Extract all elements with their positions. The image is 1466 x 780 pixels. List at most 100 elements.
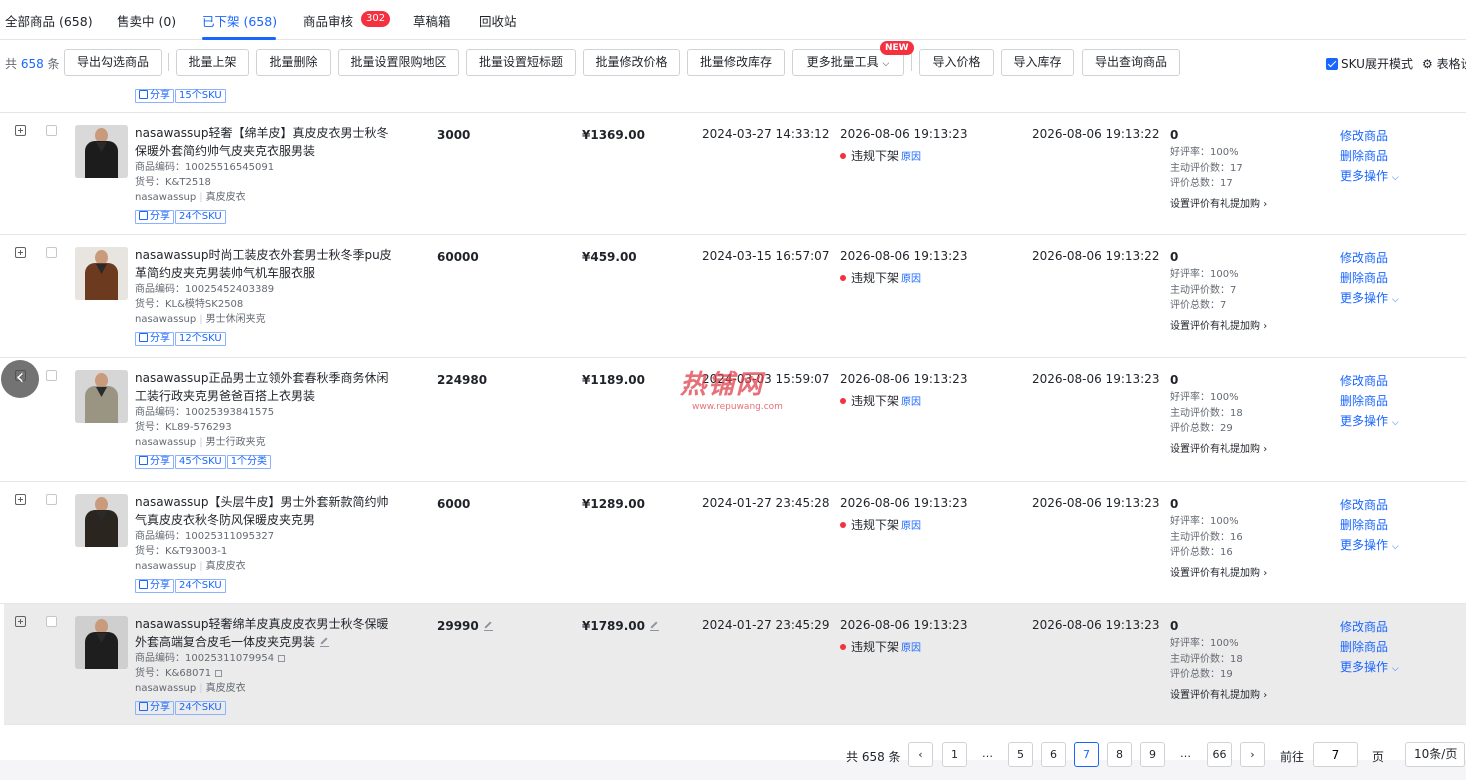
row-checkbox[interactable] <box>46 125 57 136</box>
sku-count-tag[interactable]: 15个SKU <box>175 89 226 103</box>
product-title[interactable]: nasawassup轻奢绵羊皮真皮皮衣男士秋冬保暖外套高端复合皮毛一体皮夹克男装 <box>135 615 400 651</box>
review-gift-setting-link[interactable]: 设置评价有礼提加购 › <box>1170 686 1267 701</box>
product-code: 商品编码：10025516545091 <box>135 162 275 173</box>
delete-product-link[interactable]: 删除商品 <box>1340 638 1388 655</box>
share-tag[interactable]: 分享 <box>135 701 174 715</box>
status-badge: 违规下架 原因 <box>840 638 921 655</box>
export-selected-button[interactable]: 导出勾选商品 <box>64 49 162 76</box>
more-actions-link[interactable]: 更多操作 ⌵ <box>1340 167 1399 184</box>
product-title[interactable]: nasawassup时尚工装皮衣外套男士秋冬季pu皮革简约皮夹克男装帅气机车服衣… <box>135 246 400 282</box>
share-tag[interactable]: 分享 <box>135 89 174 103</box>
batch-short-title-button[interactable]: 批量设置短标题 <box>466 49 576 76</box>
review-count: 0 <box>1170 497 1179 511</box>
prev-page-button[interactable]: ‹ <box>908 742 933 767</box>
batch-edit-price-button[interactable]: 批量修改价格 <box>583 49 680 76</box>
export-query-button[interactable]: 导出查询商品 <box>1082 49 1180 76</box>
tag[interactable]: 45个SKU <box>175 455 226 469</box>
import-price-button[interactable]: 导入价格 <box>919 49 994 76</box>
tab-recycle-bin[interactable]: 回收站 <box>479 11 517 30</box>
table-row: nasawassup时尚工装皮衣外套男士秋冬季pu皮革简约皮夹克男装帅气机车服衣… <box>0 235 1466 358</box>
expand-row-icon[interactable] <box>15 494 26 505</box>
product-thumbnail[interactable] <box>75 370 128 423</box>
edit-product-link[interactable]: 修改商品 <box>1340 496 1388 513</box>
more-actions-link[interactable]: 更多操作 ⌵ <box>1340 536 1399 553</box>
import-stock-button[interactable]: 导入库存 <box>1001 49 1074 76</box>
share-tag[interactable]: 分享 <box>135 455 174 469</box>
delete-product-link[interactable]: 删除商品 <box>1340 392 1388 409</box>
product-thumbnail[interactable] <box>75 125 128 178</box>
review-gift-setting-link[interactable]: 设置评价有礼提加购 › <box>1170 317 1267 332</box>
edit-product-link[interactable]: 修改商品 <box>1340 249 1388 266</box>
product-thumbnail[interactable] <box>75 616 128 669</box>
batch-delete-button[interactable]: 批量删除 <box>256 49 331 76</box>
batch-region-limit-button[interactable]: 批量设置限购地区 <box>338 49 459 76</box>
edit-product-link[interactable]: 修改商品 <box>1340 618 1388 635</box>
page-number-button[interactable]: 5 <box>1008 742 1033 767</box>
product-thumbnail[interactable] <box>75 494 128 547</box>
tab-audit[interactable]: 商品审核 <box>303 11 353 30</box>
row-checkbox[interactable] <box>46 494 57 505</box>
edit-icon[interactable] <box>320 638 330 647</box>
tab-on-sale[interactable]: 售卖中 (0) <box>117 11 176 30</box>
batch-list-button[interactable]: 批量上架 <box>176 49 249 76</box>
edit-product-link[interactable]: 修改商品 <box>1340 127 1388 144</box>
delete-product-link[interactable]: 删除商品 <box>1340 147 1388 164</box>
sku-expand-toggle[interactable]: SKU展开模式 <box>1326 55 1413 72</box>
tag[interactable]: 24个SKU <box>175 210 226 224</box>
product-thumbnail[interactable] <box>75 247 128 300</box>
reason-link[interactable]: 原因 <box>901 521 921 532</box>
page-number-button[interactable]: 8 <box>1107 742 1132 767</box>
edit-icon[interactable] <box>483 622 493 631</box>
next-page-button[interactable]: › <box>1240 742 1265 767</box>
review-count: 0 <box>1170 250 1179 264</box>
reason-link[interactable]: 原因 <box>901 274 921 285</box>
goto-page-input[interactable] <box>1313 742 1358 767</box>
more-actions-link[interactable]: 更多操作 ⌵ <box>1340 412 1399 429</box>
offshelf-time: 2026-08-06 19:13:23 <box>840 496 968 510</box>
page-size-select[interactable]: 10条/页 <box>1405 742 1465 767</box>
share-tag[interactable]: 分享 <box>135 210 174 224</box>
expand-row-icon[interactable] <box>15 247 26 258</box>
review-gift-setting-link[interactable]: 设置评价有礼提加购 › <box>1170 440 1267 455</box>
tag[interactable]: 24个SKU <box>175 701 226 715</box>
batch-edit-stock-button[interactable]: 批量修改库存 <box>687 49 785 76</box>
share-tag[interactable]: 分享 <box>135 579 174 593</box>
carousel-left-arrow[interactable]: ‹ <box>1 360 39 398</box>
copy-icon[interactable] <box>278 655 286 662</box>
edit-icon[interactable] <box>650 622 660 631</box>
tab-all-products[interactable]: 全部商品 (658) <box>5 11 93 30</box>
delete-product-link[interactable]: 删除商品 <box>1340 516 1388 533</box>
row-checkbox[interactable] <box>46 370 57 381</box>
product-title[interactable]: nasawassup正品男士立领外套春秋季商务休闲工装行政夹克男爸爸百搭上衣男装 <box>135 369 400 405</box>
product-title[interactable]: nasawassup【头层牛皮】男士外套新款简约帅气真皮皮衣秋冬防风保暖皮夹克男 <box>135 493 400 529</box>
active-review-count: 主动评价数：18 <box>1170 654 1243 665</box>
review-gift-setting-link[interactable]: 设置评价有礼提加购 › <box>1170 195 1267 210</box>
goto-label: 前往 <box>1280 750 1305 764</box>
tag[interactable]: 12个SKU <box>175 332 226 346</box>
table-settings-button[interactable]: ⚙ 表格设置 <box>1422 55 1466 72</box>
review-gift-setting-link[interactable]: 设置评价有礼提加购 › <box>1170 564 1267 579</box>
page-number-button[interactable]: 1 <box>942 742 967 767</box>
tab-drafts[interactable]: 草稿箱 <box>413 11 451 30</box>
delete-product-link[interactable]: 删除商品 <box>1340 269 1388 286</box>
product-title[interactable]: nasawassup轻奢【绵羊皮】真皮皮衣男士秋冬保暖外套简约帅气皮夹克衣服男装 <box>135 124 400 160</box>
tag[interactable]: 24个SKU <box>175 579 226 593</box>
edit-product-link[interactable]: 修改商品 <box>1340 372 1388 389</box>
more-actions-link[interactable]: 更多操作 ⌵ <box>1340 289 1399 306</box>
share-tag[interactable]: 分享 <box>135 332 174 346</box>
more-actions-link[interactable]: 更多操作 ⌵ <box>1340 658 1399 675</box>
copy-icon[interactable] <box>215 670 223 677</box>
page-number-button[interactable]: 7 <box>1074 742 1099 767</box>
expand-row-icon[interactable] <box>15 125 26 136</box>
reason-link[interactable]: 原因 <box>901 397 921 408</box>
page-number-button[interactable]: 9 <box>1140 742 1165 767</box>
expand-row-icon[interactable] <box>15 616 26 627</box>
tab-off-shelf[interactable]: 已下架 (658) <box>202 11 277 30</box>
reason-link[interactable]: 原因 <box>901 152 921 163</box>
row-checkbox[interactable] <box>46 247 57 258</box>
reason-link[interactable]: 原因 <box>901 643 921 654</box>
tag[interactable]: 1个分类 <box>226 455 272 469</box>
page-number-button[interactable]: 66 <box>1207 742 1232 767</box>
row-checkbox[interactable] <box>46 616 57 627</box>
page-number-button[interactable]: 6 <box>1041 742 1066 767</box>
